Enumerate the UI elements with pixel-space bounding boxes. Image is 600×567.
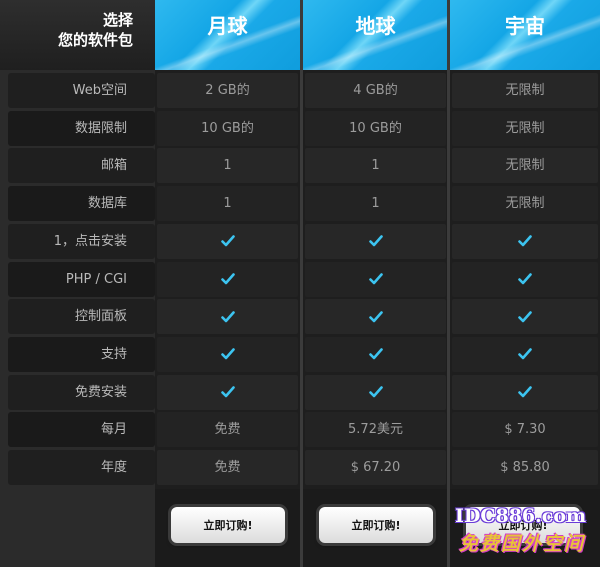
plan-column: 地球 4 GB的 10 GB的 1 1 5.72美元 $ 67.20 立即订购! bbox=[303, 0, 448, 567]
order-now-button[interactable]: 立即订购! bbox=[319, 507, 433, 543]
table-heading: 选择 您的软件包 bbox=[0, 0, 155, 70]
check-icon bbox=[518, 235, 532, 247]
watermark: IDC886.com 免费国外空间 bbox=[455, 505, 600, 567]
feature-cell bbox=[452, 223, 598, 259]
value-cell: 10 GB的 bbox=[305, 110, 446, 146]
value-cell: 无限制 bbox=[452, 110, 598, 146]
check-icon bbox=[518, 310, 532, 322]
feature-cell bbox=[157, 374, 298, 410]
feature-cell bbox=[305, 299, 446, 335]
plan-column: 宇宙 无限制 无限制 无限制 无限制 $ 7.30 $ 85.80 立即订购! bbox=[450, 0, 600, 567]
value-cell: 免费 bbox=[157, 450, 298, 485]
check-icon bbox=[518, 348, 532, 360]
feature-cell bbox=[305, 223, 446, 259]
heading-line-1: 选择 bbox=[102, 11, 133, 29]
check-icon bbox=[220, 386, 235, 398]
value-cell: 1 bbox=[157, 148, 298, 184]
column-divider bbox=[300, 0, 303, 567]
feature-cell bbox=[157, 261, 298, 297]
pricing-table: 选择 您的软件包 Web空间 数据限制 邮箱 数据库 1，点击安装 PHP / CGI 控制… bbox=[0, 0, 600, 567]
feature-cell bbox=[305, 261, 446, 297]
value-cell: 10 GB的 bbox=[157, 110, 298, 146]
value-cell: $ 7.30 bbox=[452, 412, 598, 448]
column-divider bbox=[447, 0, 450, 567]
plan-name: 月球 bbox=[207, 14, 248, 38]
feature-cell bbox=[452, 299, 598, 335]
row-label: 控制面板 bbox=[8, 299, 155, 335]
feature-cell bbox=[452, 374, 598, 410]
value-cell: 免费 bbox=[157, 412, 298, 448]
row-label: 数据库 bbox=[8, 186, 155, 222]
feature-cell bbox=[305, 374, 446, 410]
row-label: 数据限制 bbox=[8, 110, 155, 146]
value-cell: 5.72美元 bbox=[305, 412, 446, 448]
value-cell: 无限制 bbox=[452, 73, 598, 108]
feature-cell bbox=[157, 223, 298, 259]
check-icon bbox=[220, 273, 235, 285]
watermark-line-2: 免费国外空间 bbox=[459, 533, 586, 555]
row-label: PHP / CGI bbox=[8, 261, 155, 297]
order-now-button[interactable]: 立即订购! bbox=[171, 507, 285, 543]
check-icon bbox=[220, 310, 235, 322]
value-cell: $ 67.20 bbox=[305, 450, 446, 485]
row-label: 1，点击安装 bbox=[8, 223, 155, 259]
plan-header: 月球 bbox=[155, 0, 300, 70]
check-icon bbox=[220, 348, 235, 360]
check-icon bbox=[368, 386, 383, 398]
row-label: 支持 bbox=[8, 336, 155, 372]
value-cell: $ 85.80 bbox=[452, 450, 598, 485]
feature-cell bbox=[157, 299, 298, 335]
plan-header: 宇宙 bbox=[450, 0, 600, 70]
plan-name: 地球 bbox=[355, 14, 396, 38]
check-icon bbox=[518, 273, 532, 285]
check-icon bbox=[368, 235, 383, 247]
value-cell: 1 bbox=[305, 148, 446, 184]
heading-line-2: 您的软件包 bbox=[57, 31, 133, 49]
row-label: 年度 bbox=[8, 450, 155, 485]
feature-cell bbox=[452, 336, 598, 372]
value-cell: 4 GB的 bbox=[305, 73, 446, 108]
row-label: 每月 bbox=[8, 412, 155, 448]
feature-cell bbox=[305, 336, 446, 372]
plan-header: 地球 bbox=[303, 0, 448, 70]
value-cell: 1 bbox=[305, 186, 446, 222]
value-cell: 2 GB的 bbox=[157, 73, 298, 108]
order-area: 立即订购! bbox=[155, 489, 300, 567]
value-cell: 1 bbox=[157, 186, 298, 222]
order-area: 立即订购! bbox=[303, 489, 448, 567]
feature-label-column: 选择 您的软件包 Web空间 数据限制 邮箱 数据库 1，点击安装 PHP / CGI 控制… bbox=[0, 0, 155, 567]
row-label: Web空间 bbox=[8, 73, 155, 108]
check-icon bbox=[368, 273, 383, 285]
plan-name: 宇宙 bbox=[505, 14, 545, 38]
value-cell: 无限制 bbox=[452, 148, 598, 184]
row-label: 邮箱 bbox=[8, 148, 155, 184]
watermark-line-1: IDC886.com bbox=[455, 505, 587, 527]
check-icon bbox=[518, 386, 532, 398]
plan-column: 月球 2 GB的 10 GB的 1 1 免费 免费 立即订购! bbox=[155, 0, 300, 567]
check-icon bbox=[220, 235, 235, 247]
row-label: 免费安装 bbox=[8, 374, 155, 410]
check-icon bbox=[368, 348, 383, 360]
check-icon bbox=[368, 310, 383, 322]
value-cell: 无限制 bbox=[452, 186, 598, 222]
feature-cell bbox=[452, 261, 598, 297]
feature-cell bbox=[157, 336, 298, 372]
